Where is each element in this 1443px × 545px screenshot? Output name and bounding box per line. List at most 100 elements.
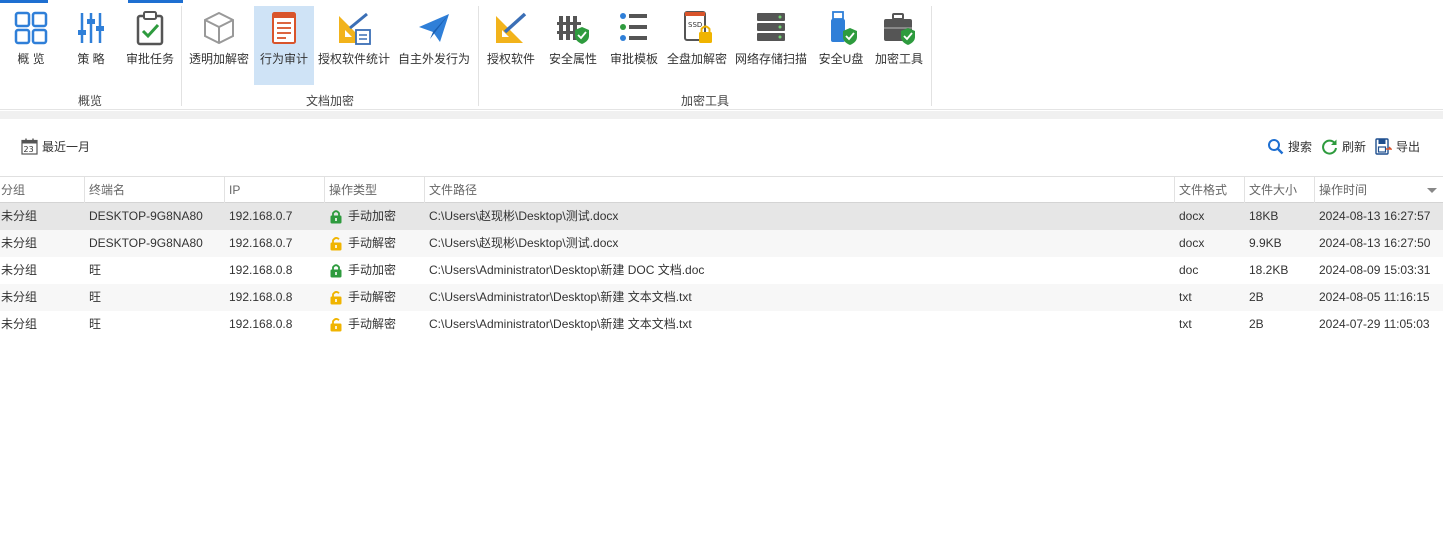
svg-text:SSD: SSD [688,21,702,29]
behavior-audit-button[interactable]: 行为审计 [254,6,314,85]
toolbox-shield-icon [884,13,915,45]
cell-group: 未分组 [1,263,38,277]
search-button[interactable]: 搜索 [1267,138,1312,155]
column-header-operation-time[interactable]: 操作时间 [1315,177,1443,203]
encryption-tool-button-label: 加密工具 [874,52,923,66]
security-attribute-button[interactable]: 安全属性 [544,6,602,85]
policy-button[interactable]: 策 略 [64,6,118,85]
calendar-icon: 23 [21,138,38,155]
secure-usb-icon [831,11,857,45]
cell-operation-type: 手动解密 [325,311,425,338]
encryption-tool-button[interactable]: 加密工具 [872,6,926,85]
cell-file-format: doc [1179,263,1199,277]
export-button[interactable]: 导出 [1375,138,1420,155]
lock-closed-icon [330,264,342,278]
overview-button-label: 概 览 [17,52,45,66]
table-row[interactable]: 未分组 旺 192.168.0.8 手动解密 C:\Users\Administrato… [0,311,1443,338]
refresh-icon [1322,139,1337,155]
approval-template-icon [620,13,647,41]
licensed-software-stats-button[interactable]: 授权软件统计 [316,6,392,85]
list-toolbar: 23 最近一月 搜索 刷新 导出 [0,132,1443,162]
secure-usb-button[interactable]: 安全U盘 [814,6,868,85]
column-header-operation-type[interactable]: 操作类型 [325,177,425,203]
operation-type-label: 手动解密 [348,290,397,304]
cell-ip: 192.168.0.8 [229,263,293,277]
transparent-cube-icon [204,11,234,45]
column-header-ip[interactable]: IP [225,177,325,203]
group-separator [181,6,182,106]
cell-file-path: C:\Users\Administrator\Desktop\新建 文本文档.t… [429,317,692,331]
overview-grid-icon [14,11,48,45]
outbound-behavior-button[interactable]: 自主外发行为 [396,6,472,85]
secure-usb-button-label: 安全U盘 [818,52,864,66]
overview-button[interactable]: 概 览 [4,6,58,85]
cell-operation-type: 手动解密 [325,230,425,257]
sort-descending-icon [1427,188,1437,193]
cell-group: 未分组 [1,290,38,304]
cell-file-path: C:\Users\赵现彬\Desktop\测试.docx [429,236,619,250]
date-filter-button[interactable]: 23 最近一月 [21,138,90,155]
table-row[interactable]: 未分组 旺 192.168.0.8 手动解密 C:\Users\Administrato… [0,284,1443,311]
cell-group: 未分组 [1,209,38,223]
table-row[interactable]: 未分组 DESKTOP-9G8NA80 192.168.0.7 手动解密 C:\User… [0,230,1443,257]
cell-terminal: 旺 [89,317,102,331]
audit-log-table: 分组 终端名 IP 操作类型 文件路径 文件格式 文件大小 操作时间 未分组 DE… [0,176,1443,338]
security-attribute-button-label: 安全属性 [548,52,597,66]
cell-terminal: 旺 [89,263,102,277]
approval-task-button[interactable]: 审批任务 [121,6,179,85]
column-header-operation-time-label: 操作时间 [1319,183,1368,197]
transparent-encrypt-button[interactable]: 透明加解密 [186,6,252,85]
search-icon [1268,139,1284,155]
operation-type-label: 手动加密 [348,263,397,277]
full-disk-encryption-button[interactable]: SSD 全盘加解密 [664,6,730,85]
cell-file-path: C:\Users\Administrator\Desktop\新建 DOC 文档… [429,263,705,277]
cell-file-format: txt [1179,317,1192,331]
refresh-button[interactable]: 刷新 [1321,138,1366,155]
lock-open-icon [330,318,342,332]
cell-file-size: 9.9KB [1249,236,1282,250]
audit-document-icon [272,12,296,44]
operation-type: 手动加密 [329,203,425,230]
column-header-group[interactable]: 分组 [0,177,85,203]
column-header-terminal[interactable]: 终端名 [85,177,225,203]
behavior-audit-button-label: 行为审计 [259,52,308,66]
outbound-behavior-button-label: 自主外发行为 [397,52,470,66]
cell-file-size: 18KB [1249,209,1279,223]
licensed-software-stats-button-label: 授权软件统计 [317,52,390,66]
cell-operation-type: 手动解密 [325,284,425,311]
date-filter-label: 最近一月 [42,140,91,154]
column-header-file-path[interactable]: 文件路径 [425,177,1175,203]
calendar-day-text: 23 [24,145,34,154]
approval-task-button-label: 审批任务 [125,52,174,66]
network-storage-icon [757,13,785,41]
cell-ip: 192.168.0.8 [229,317,293,331]
ribbon-toolbar: 概 览 策 略 审批任务 概览 透明加解密 行为审计 授权软件统计 自主外发行为… [0,0,1443,110]
cell-terminal: DESKTOP-9G8NA80 [89,209,203,223]
approval-template-button-label: 审批模板 [609,52,658,66]
cell-operation-time: 2024-08-13 16:27:50 [1319,236,1431,250]
operation-type-label: 手动加密 [348,209,397,223]
approval-template-button[interactable]: 审批模板 [606,6,662,85]
network-storage-scan-button[interactable]: 网络存储扫描 [734,6,808,85]
operation-type: 手动加密 [329,257,425,284]
column-header-file-size[interactable]: 文件大小 [1245,177,1315,203]
ssd-lock-icon: SSD [684,11,712,43]
security-attribute-icon [557,16,589,44]
network-storage-scan-button-label: 网络存储扫描 [734,52,807,66]
ribbon-bottom-band [0,111,1443,119]
cell-file-size: 2B [1249,317,1264,331]
licensed-software-button[interactable]: 授权软件 [484,6,538,85]
cell-operation-type: 手动加密 [325,257,425,284]
cell-group: 未分组 [1,317,38,331]
cell-operation-type: 手动加密 [325,203,425,230]
ribbon-tab-marker-right [128,0,183,3]
cell-operation-time: 2024-07-29 11:05:03 [1319,317,1430,331]
cell-terminal: DESKTOP-9G8NA80 [89,236,203,250]
table-body: 未分组 DESKTOP-9G8NA80 192.168.0.7 手动加密 C:\User… [0,203,1443,338]
cell-operation-time: 2024-08-13 16:27:57 [1319,209,1431,223]
ribbon-tab-marker-left [0,0,48,3]
table-row[interactable]: 未分组 DESKTOP-9G8NA80 192.168.0.7 手动加密 C:\User… [0,203,1443,230]
cell-terminal: 旺 [89,290,102,304]
column-header-file-format[interactable]: 文件格式 [1175,177,1245,203]
table-row[interactable]: 未分组 旺 192.168.0.8 手动加密 C:\Users\Administrato… [0,257,1443,284]
